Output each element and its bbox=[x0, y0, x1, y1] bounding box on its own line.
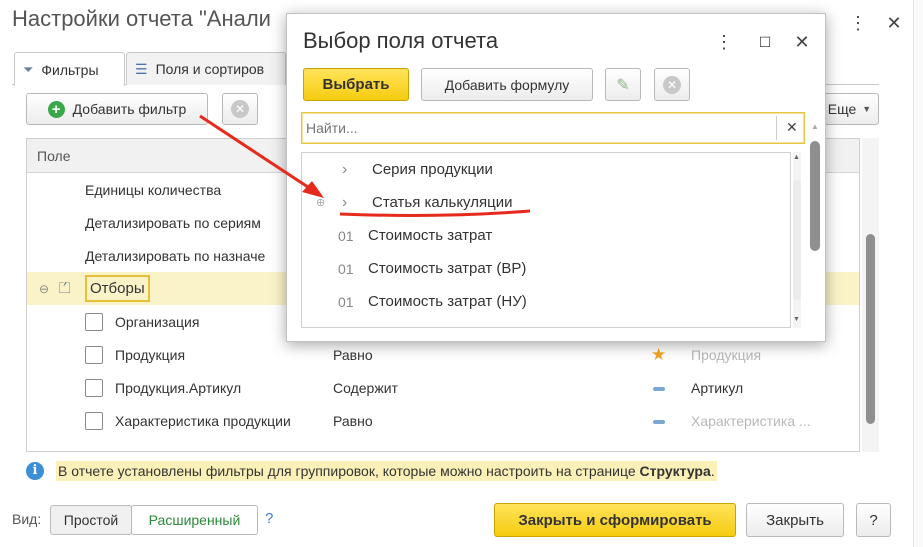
annotation-underline bbox=[339, 209, 531, 217]
annotation-overlay bbox=[199, 114, 531, 217]
annotation-arrow-line bbox=[199, 114, 315, 193]
